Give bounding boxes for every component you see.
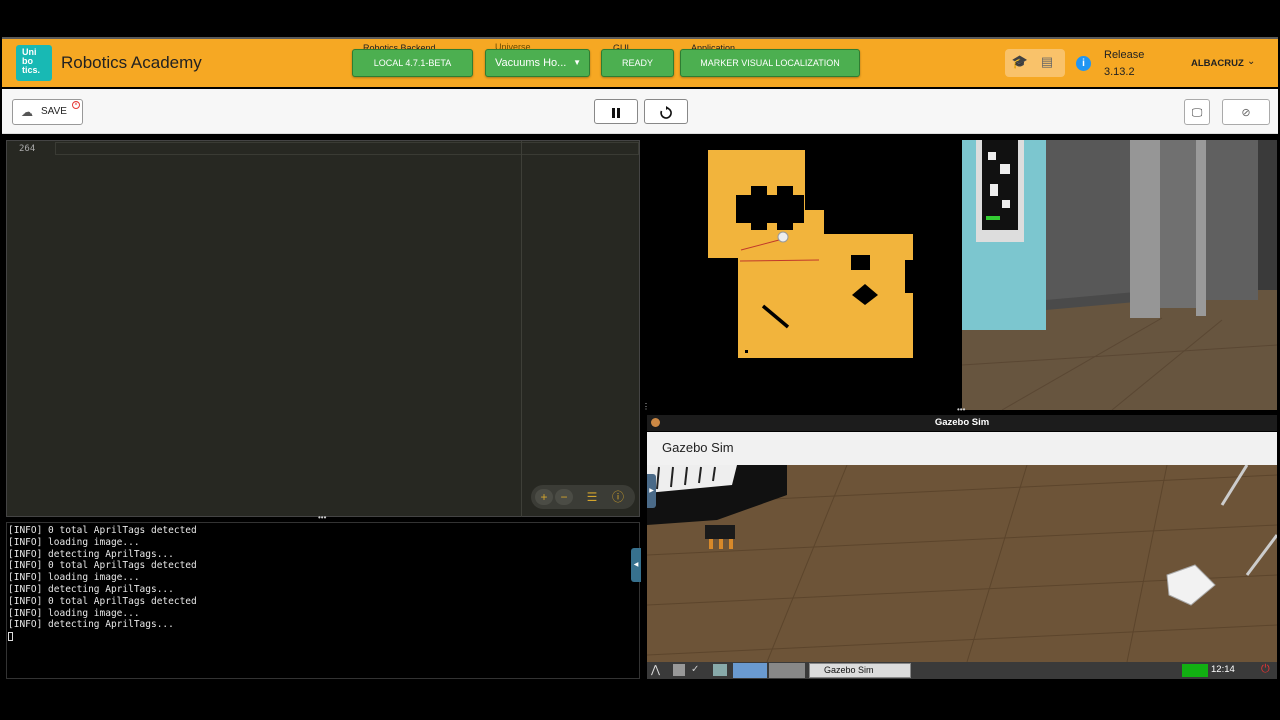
camera-image [962, 140, 1277, 410]
console-line: [INFO] 0 total AprilTags detected [8, 560, 197, 572]
info-button[interactable]: ⓘ [609, 489, 627, 505]
console-line: [INFO] loading image... [8, 572, 140, 584]
gazebo-scene [647, 465, 1277, 662]
reset-button[interactable] [644, 99, 688, 124]
editor-zoom-bar: + − ☰ ⓘ [531, 485, 635, 509]
app-window: Uni bo tics. Robotics Academy Robotics B… [0, 0, 1280, 720]
chat-icon[interactable]: ▤ [1034, 49, 1060, 75]
info-icon[interactable]: i [1076, 56, 1091, 71]
application-button[interactable]: MARKER VISUAL LOCALIZATION [680, 49, 860, 77]
logo-text-line: tics. [22, 65, 41, 75]
print-margin [521, 141, 522, 517]
gazebo-app-icon [651, 418, 660, 427]
taskbar-clock: 12:14 [1211, 664, 1235, 675]
camera-toggle-button[interactable]: ⊘ [1222, 99, 1270, 125]
graduation-cap-icon[interactable]: 🎓 [1007, 49, 1033, 75]
pause-icon [612, 107, 620, 118]
gazebo-side-tab[interactable]: ▶ [647, 474, 656, 508]
chevron-down-icon[interactable]: ⌄ [1247, 56, 1255, 67]
resize-handle[interactable]: ••• [318, 514, 326, 522]
map-view [647, 140, 962, 410]
console-line: [INFO] 0 total AprilTags detected [8, 525, 197, 536]
cpu-monitor [1182, 664, 1208, 677]
backend-value: LOCAL 4.7.1-BETA [373, 58, 452, 68]
user-menu[interactable]: ALBACRUZ [1191, 58, 1244, 69]
monitor-toggle-button[interactable]: 🖵 [1184, 99, 1210, 125]
code-editor[interactable]: 264 + − ☰ ⓘ [6, 140, 640, 517]
zoom-in-button[interactable]: + [535, 489, 553, 505]
gui-value: READY [621, 58, 653, 68]
backend-status-button[interactable]: LOCAL 4.7.1-BETA [352, 49, 473, 77]
resize-handle[interactable]: ••• [957, 406, 965, 414]
universe-select[interactable]: Vacuums Ho... ▼ [485, 49, 590, 77]
console-prompt[interactable] [8, 631, 639, 643]
house-map [708, 150, 913, 358]
release-label: Release [1104, 49, 1145, 61]
unibotics-logo[interactable]: Uni bo tics. [16, 45, 52, 81]
gazebo-window-titlebar: Gazebo Sim [647, 415, 1277, 431]
workspace-switcher[interactable] [733, 663, 767, 678]
file-manager-icon[interactable] [673, 664, 685, 676]
gazebo-header-title: Gazebo Sim [662, 440, 734, 455]
editor-toolbar: ☁ SAVE × 🖵 ⊘ [2, 89, 1278, 134]
desktop-icon[interactable] [713, 664, 727, 676]
monitor-icon: 🖵 [1191, 107, 1203, 119]
unsaved-indicator-icon: × [72, 101, 80, 109]
desktop-taskbar: ⋀ ✓ Gazebo Sim 12:14 ⏻ [647, 662, 1277, 679]
restart-icon [660, 105, 672, 119]
console-line: [INFO] detecting AprilTags... [8, 583, 174, 595]
terminal-icon[interactable]: ✓ [691, 664, 699, 675]
console-line: [INFO] detecting AprilTags... [8, 548, 174, 560]
collapse-panel-tab[interactable]: ◀ [631, 548, 641, 582]
console-line: [INFO] 0 total AprilTags detected [8, 595, 197, 607]
task-label: Gazebo Sim [824, 665, 874, 675]
application-value: MARKER VISUAL LOCALIZATION [700, 58, 840, 68]
line-number: 264 [19, 144, 36, 154]
console-line: [INFO] detecting AprilTags... [8, 619, 174, 631]
console-line: [INFO] loading image... [8, 536, 140, 548]
text-cursor [8, 632, 13, 642]
taskbar-task-gazebo[interactable]: Gazebo Sim [809, 663, 911, 678]
app-title: Robotics Academy [61, 53, 202, 72]
save-label: SAVE [41, 106, 67, 117]
universe-value: Vacuums Ho... [495, 57, 567, 69]
active-line-highlight [55, 142, 639, 155]
chevron-down-icon: ▼ [573, 58, 581, 67]
robot-camera-view [962, 140, 1277, 410]
release-version: 3.13.2 [1104, 66, 1135, 78]
cloud-upload-icon: ☁ [21, 105, 33, 119]
pause-button[interactable] [594, 99, 638, 124]
gazebo-3d-view[interactable] [647, 465, 1277, 662]
gazebo-window-title: Gazebo Sim [934, 417, 990, 428]
camera-off-icon: ⊘ [1241, 107, 1251, 119]
gui-status-button[interactable]: READY [601, 49, 674, 77]
app-header: Uni bo tics. Robotics Academy Robotics B… [2, 37, 1278, 87]
logout-icon[interactable]: ⏻ [1261, 663, 1270, 676]
console-line: [INFO] loading image... [8, 607, 140, 619]
workspace-switcher-2[interactable] [769, 663, 805, 678]
gazebo-header: Gazebo Sim [647, 432, 1277, 465]
zoom-out-button[interactable]: − [555, 489, 573, 505]
save-button[interactable]: ☁ SAVE × [12, 99, 83, 125]
start-menu-icon[interactable]: ⋀ [651, 663, 660, 676]
console-output[interactable]: [INFO] 0 total AprilTags detected [INFO]… [6, 522, 640, 679]
format-code-button[interactable]: ☰ [583, 489, 601, 505]
